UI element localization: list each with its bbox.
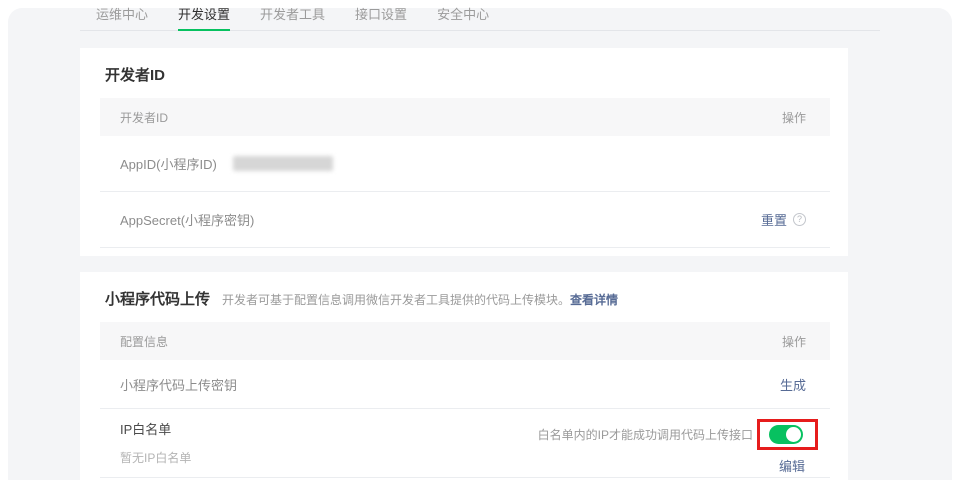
appsecret-label: AppSecret(小程序密钥): [120, 210, 254, 229]
tab-api-settings[interactable]: 接口设置: [355, 0, 407, 31]
appid-label: AppID(小程序ID): [120, 154, 217, 173]
code-upload-title: 小程序代码上传: [105, 288, 210, 309]
appsecret-row: AppSecret(小程序密钥) 重置 ?: [98, 192, 830, 247]
developer-id-title: 开发者ID: [105, 64, 165, 85]
developer-id-table-header: 开发者ID 操作: [100, 98, 830, 136]
generate-key-button[interactable]: 生成: [780, 375, 806, 394]
toggle-knob: [786, 427, 801, 442]
tab-dev-settings[interactable]: 开发设置: [178, 0, 230, 31]
edit-ip-whitelist-button[interactable]: 编辑: [779, 456, 805, 475]
header-action-label: 操作: [782, 333, 806, 350]
highlight-box: [757, 419, 818, 450]
upload-key-label: 小程序代码上传密钥: [120, 375, 237, 394]
ip-whitelist-hint: 白名单内的IP才能成功调用代码上传接口: [538, 426, 753, 443]
header-name-label: 开发者ID: [120, 109, 168, 126]
header-config-label: 配置信息: [120, 333, 168, 350]
help-icon[interactable]: ?: [793, 213, 806, 226]
ip-whitelist-label: IP白名单: [120, 419, 191, 438]
config-table-header: 配置信息 操作: [100, 322, 830, 360]
row-divider: [100, 477, 830, 478]
tab-dev-tools[interactable]: 开发者工具: [260, 0, 325, 31]
ip-whitelist-row: IP白名单 暂无IP白名单 白名单内的IP才能成功调用代码上传接口 编辑: [98, 409, 830, 477]
row-divider: [100, 247, 830, 248]
header-action-label: 操作: [782, 109, 806, 126]
ip-whitelist-empty-text: 暂无IP白名单: [120, 449, 191, 466]
code-upload-card: 小程序代码上传 开发者可基于配置信息调用微信开发者工具提供的代码上传模块。 查看…: [80, 272, 848, 480]
tab-security-center[interactable]: 安全中心: [437, 0, 489, 31]
reset-appsecret-button[interactable]: 重置: [761, 210, 787, 229]
code-upload-description: 开发者可基于配置信息调用微信开发者工具提供的代码上传模块。: [222, 291, 570, 308]
developer-id-card: 开发者ID 开发者ID 操作 AppID(小程序ID) AppSecret(小程…: [80, 48, 848, 256]
tab-ops-center[interactable]: 运维中心: [96, 0, 148, 31]
settings-tabbar: 运维中心 开发设置 开发者工具 接口设置 安全中心: [80, 0, 880, 31]
upload-key-row: 小程序代码上传密钥 生成: [98, 360, 830, 408]
ip-whitelist-toggle-icon[interactable]: [769, 425, 803, 444]
appid-row: AppID(小程序ID): [98, 136, 830, 191]
appid-value-redacted: [233, 156, 333, 171]
view-details-link[interactable]: 查看详情: [570, 291, 618, 308]
